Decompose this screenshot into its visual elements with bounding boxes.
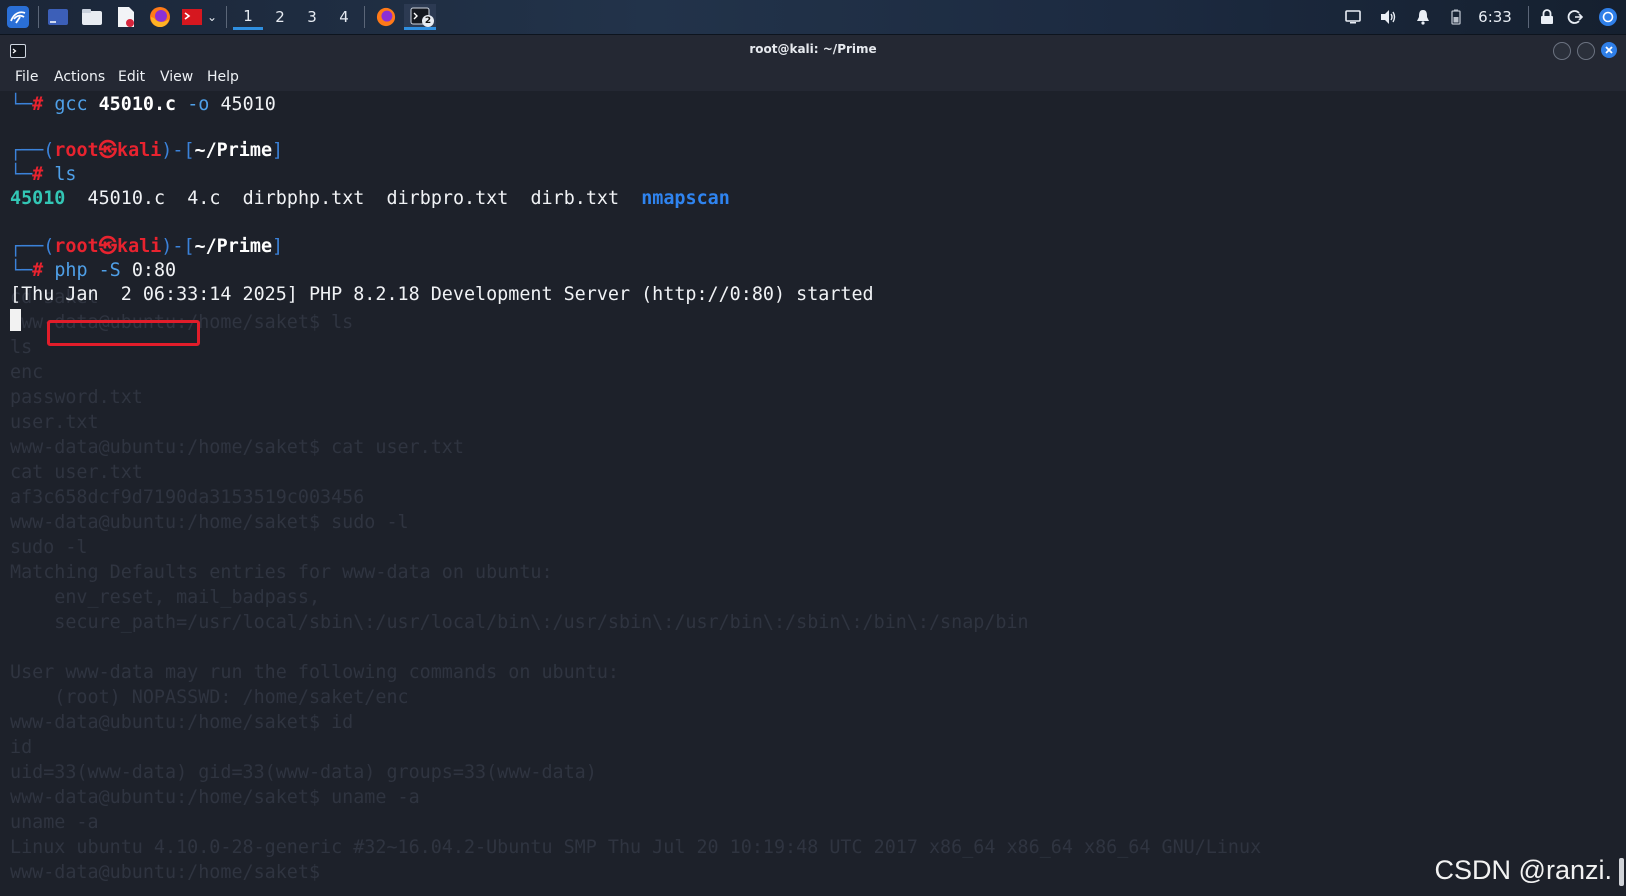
prompt-dir: ~/Prime [194, 140, 273, 161]
command-flag: -o [187, 94, 210, 115]
menu-view[interactable]: View [160, 69, 193, 85]
battery-icon[interactable] [1446, 4, 1466, 30]
taskbar: ⌄ 1 2 3 4 2 6:33 [0, 0, 1626, 35]
ghost-line: sudo -l [10, 537, 88, 558]
ghost-line: www-data@ubuntu:/home/saket$ id [10, 712, 354, 733]
user-avatar-icon[interactable] [1596, 4, 1620, 30]
minimize-button[interactable] [1553, 42, 1571, 60]
ls-entry: dirbpro.txt [386, 188, 509, 209]
prompt-user: root [54, 140, 99, 161]
workspace-2[interactable]: 2 [265, 4, 295, 30]
prompt-dir: ~/Prime [194, 236, 273, 257]
prompt-line: ┌──(root㉿kali)-[~/Prime] [10, 236, 284, 257]
command-arg: 0:80 [131, 260, 177, 281]
watermark: CSDN @ranzi. [1434, 855, 1612, 885]
ghost-line: id [10, 737, 33, 758]
window-count-badge: 2 [422, 15, 434, 27]
ghost-line: af3c658dcf9d7190da3153519c003456 [10, 487, 365, 508]
ghost-line: env_reset, mail_badpass, [10, 587, 321, 608]
volume-icon[interactable] [1376, 4, 1400, 30]
ghost-line: ls [10, 337, 33, 358]
workspace-1[interactable]: 1 [233, 4, 263, 30]
prompt-at-symbol: ㉿ [98, 236, 117, 257]
ghost-line: enc [10, 362, 44, 383]
ghost-line: password.txt [10, 387, 143, 408]
ghost-line: uid=33(www-data) gid=33(www-data) groups… [10, 762, 597, 783]
close-icon [1605, 46, 1613, 54]
command-name: gcc [54, 94, 88, 115]
notification-bell-icon[interactable] [1412, 4, 1434, 30]
taskbar-separator [38, 6, 39, 28]
prompt-host: kali [117, 140, 162, 161]
ghost-line: uname -a [10, 812, 99, 833]
display-icon[interactable] [1342, 4, 1364, 30]
workspace-4[interactable]: 4 [329, 4, 359, 30]
ghost-line: secure_path=/usr/local/sbin\:/usr/local/… [10, 612, 1029, 633]
ghost-line: www-data@ubuntu:/home/saket$ sudo -l [10, 512, 409, 533]
window-titlebar[interactable]: root@kali: ~/Prime [0, 35, 1626, 65]
ls-entry: 45010.c [87, 188, 166, 209]
ls-entry: dirbphp.txt [242, 188, 365, 209]
menu-edit[interactable]: Edit [118, 69, 145, 85]
ls-entry: dirb.txt [530, 188, 620, 209]
maximize-button[interactable] [1577, 42, 1595, 60]
terminal-output[interactable]: cd saket www-data@ubuntu:/home/saket$ ls… [0, 91, 1626, 896]
command-arg: 45010 [220, 94, 276, 115]
terminal-window: root@kali: ~/Prime File Actions Edit Vie… [0, 35, 1626, 896]
lock-icon[interactable] [1536, 4, 1558, 30]
command-line: └─# ls [10, 164, 77, 185]
command-line: └─# gcc 45010.c -o 45010 [10, 94, 276, 115]
file-manager-icon[interactable] [78, 4, 106, 30]
menu-actions[interactable]: Actions [54, 69, 105, 85]
taskbar-separator [1528, 6, 1529, 28]
text-editor-icon[interactable] [112, 4, 140, 30]
prompt-host: kali [117, 236, 162, 257]
show-desktop-icon[interactable] [44, 4, 72, 30]
command-line: └─# php -S 0:80 [10, 260, 177, 281]
server-started-line: [Thu Jan 2 06:33:14 2025] PHP 8.2.18 Dev… [10, 284, 874, 305]
firefox-icon[interactable] [146, 4, 174, 30]
menubar: File Actions Edit View Help [0, 65, 1626, 91]
terminal-launcher-icon[interactable] [180, 4, 204, 30]
ls-entry-executable: 45010 [10, 188, 66, 209]
terminal-window-button[interactable]: 2 [404, 4, 436, 30]
highlight-box [47, 320, 200, 346]
prompt-line: ┌──(root㉿kali)-[~/Prime] [10, 140, 284, 161]
ghost-line: User www-data may run the following comm… [10, 662, 619, 683]
taskbar-separator [226, 6, 227, 28]
logout-icon[interactable] [1564, 4, 1586, 30]
text-cursor [10, 309, 21, 331]
taskbar-separator [364, 6, 365, 28]
menu-help[interactable]: Help [207, 69, 239, 85]
ghost-line: cat user.txt [10, 462, 143, 483]
close-button[interactable] [1601, 42, 1617, 58]
command-arg: 45010.c [98, 94, 177, 115]
ghost-line: www-data@ubuntu:/home/saket$ [10, 862, 332, 883]
prompt-user: root [54, 236, 99, 257]
ls-entry-directory: nmapscan [641, 188, 730, 209]
ls-entry: 4.c [187, 188, 221, 209]
ghost-line: www-data@ubuntu:/home/saket$ cat user.tx… [10, 437, 464, 458]
ls-output-line: 45010 45010.c 4.c dirbphp.txt dirbpro.tx… [10, 187, 730, 211]
command-flag: -S [98, 260, 121, 281]
chevron-down-icon[interactable]: ⌄ [204, 4, 220, 30]
ghost-line: Matching Defaults entries for www-data o… [10, 562, 553, 583]
kali-menu-icon[interactable] [4, 4, 32, 30]
ghost-line: user.txt [10, 412, 99, 433]
command-name: php [54, 260, 88, 281]
command-name: ls [54, 164, 77, 185]
ghost-line: www-data@ubuntu:/home/saket$ uname -a [10, 787, 420, 808]
window-title: root@kali: ~/Prime [749, 42, 877, 56]
scrollbar-thumb[interactable] [1619, 858, 1624, 886]
ghost-line: (root) NOPASSWD: /home/saket/enc [10, 687, 409, 708]
menu-file[interactable]: File [15, 69, 38, 85]
workspace-3[interactable]: 3 [297, 4, 327, 30]
ghost-line: Linux ubuntu 4.10.0-28-generic #32~16.04… [10, 837, 1262, 858]
clock[interactable]: 6:33 [1470, 4, 1520, 30]
firefox-window-button[interactable] [372, 4, 400, 30]
prompt-at-symbol: ㉿ [98, 140, 117, 161]
